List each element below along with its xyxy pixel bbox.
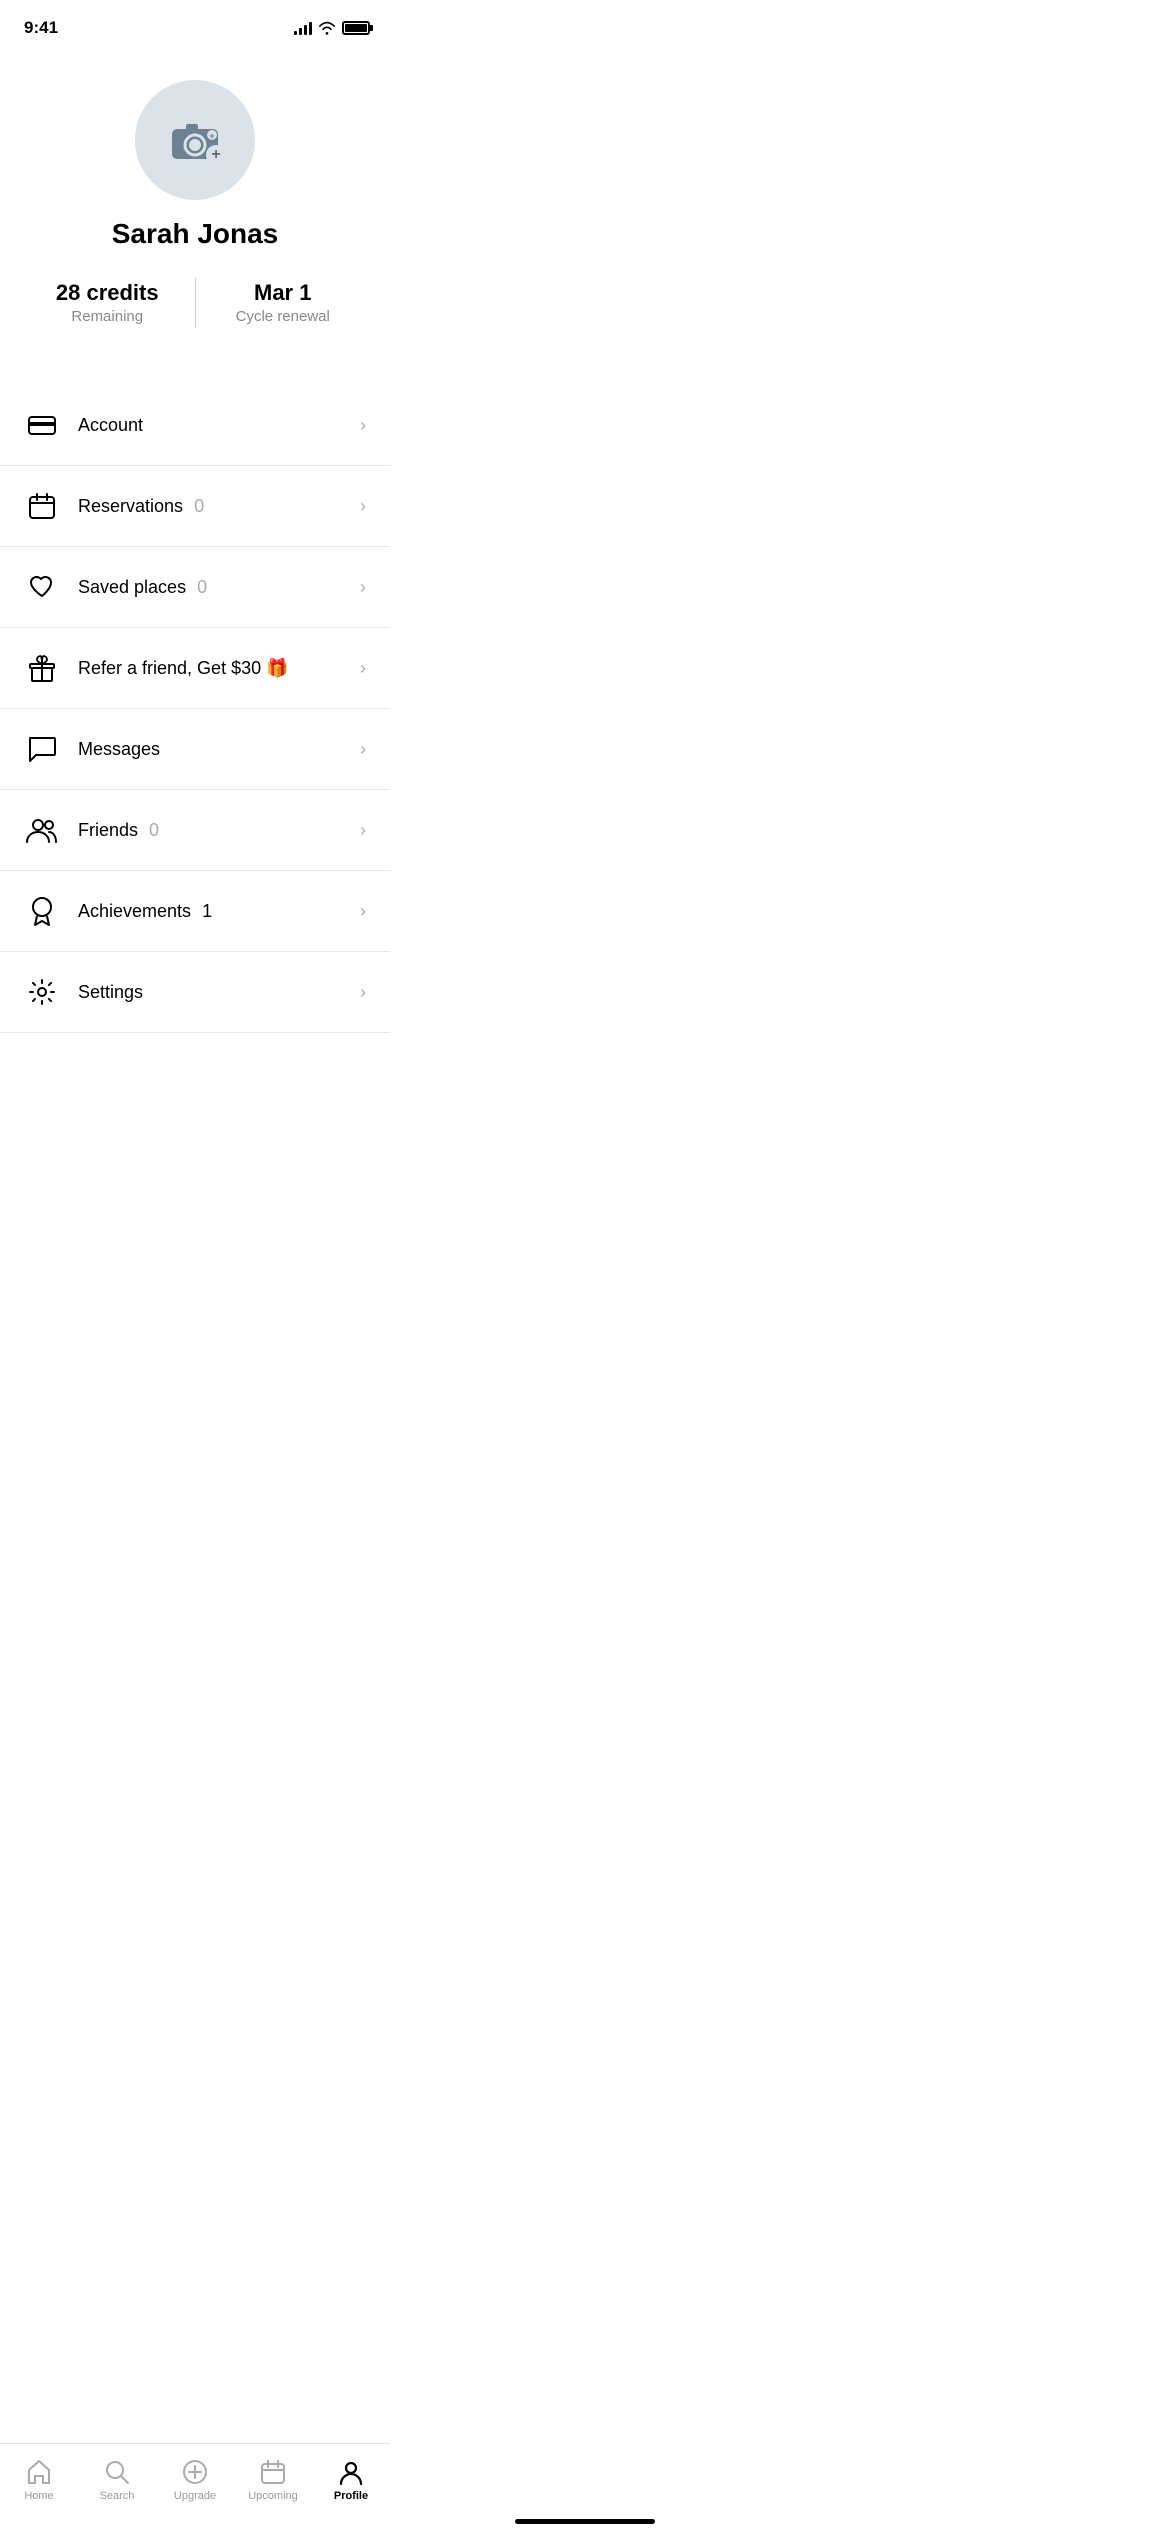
search-nav-label: Search [100,2490,135,2502]
bottom-nav: Home Search Upgrade [0,2443,390,2532]
account-label: Account [78,415,352,436]
avatar[interactable]: + + [135,80,255,200]
saved-places-label: Saved places 0 [78,577,352,598]
chevron-icon: › [360,739,366,760]
status-bar: 9:41 [0,0,390,50]
message-icon [24,731,60,767]
heart-icon [24,569,60,605]
renewal-label: Cycle renewal [236,308,330,325]
upcoming-nav-icon [259,2458,287,2486]
friends-icon [24,812,60,848]
friends-badge: 0 [149,820,159,840]
menu-item-account[interactable]: Account › [0,385,390,466]
profile-name: Sarah Jonas [112,218,279,250]
camera-icon: + + [168,117,222,163]
chevron-icon: › [360,658,366,679]
status-time: 9:41 [24,18,58,38]
renewal-info: Mar 1 Cycle renewal [196,270,371,335]
chevron-icon: › [360,820,366,841]
nav-item-home[interactable]: Home [0,2452,78,2508]
signal-icon [294,21,312,35]
upcoming-nav-label: Upcoming [248,2490,298,2502]
menu-item-reservations[interactable]: Reservations 0 › [0,466,390,547]
search-nav-icon [103,2458,131,2486]
calendar-icon [24,488,60,524]
menu-item-refer[interactable]: Refer a friend, Get $30 🎁 › [0,628,390,709]
credits-value: 28 credits [56,280,159,306]
gift-icon [24,650,60,686]
refer-label: Refer a friend, Get $30 🎁 [78,658,352,679]
menu-item-achievements[interactable]: Achievements 1 › [0,871,390,952]
achievement-icon [24,893,60,929]
chevron-icon: › [360,982,366,1003]
svg-text:+: + [210,131,215,141]
settings-label: Settings [78,982,352,1003]
profile-nav-label: Profile [334,2490,368,2502]
chevron-icon: › [360,901,366,922]
nav-item-search[interactable]: Search [78,2452,156,2508]
chevron-icon: › [360,496,366,517]
credits-remaining: 28 credits Remaining [20,270,195,335]
credits-label: Remaining [71,308,143,325]
menu-item-messages[interactable]: Messages › [0,709,390,790]
messages-label: Messages [78,739,352,760]
add-photo-badge: + [206,145,226,165]
menu-item-settings[interactable]: Settings › [0,952,390,1033]
chevron-icon: › [360,577,366,598]
friends-label: Friends 0 [78,820,352,841]
card-icon [24,407,60,443]
nav-item-upcoming[interactable]: Upcoming [234,2452,312,2508]
wifi-icon [318,21,336,35]
saved-places-badge: 0 [197,577,207,597]
home-indicator [515,2519,655,2524]
profile-header: + + Sarah Jonas 28 credits Remaining Mar… [0,50,390,375]
upgrade-nav-icon [181,2458,209,2486]
chevron-icon: › [360,415,366,436]
nav-item-profile[interactable]: Profile [312,2452,390,2508]
menu-item-saved-places[interactable]: Saved places 0 › [0,547,390,628]
achievements-badge: 1 [202,901,212,921]
renewal-date: Mar 1 [254,280,311,306]
upgrade-nav-label: Upgrade [174,2490,216,2502]
credits-section: 28 credits Remaining Mar 1 Cycle renewal [20,270,370,335]
nav-item-upgrade[interactable]: Upgrade [156,2452,234,2508]
achievements-label: Achievements 1 [78,901,352,922]
reservations-label: Reservations 0 [78,496,352,517]
settings-icon [24,974,60,1010]
home-nav-icon [25,2458,53,2486]
menu-list: Account › Reservations 0 › [0,375,390,1033]
profile-nav-icon [337,2458,365,2486]
menu-item-friends[interactable]: Friends 0 › [0,790,390,871]
status-icons [294,21,370,35]
home-nav-label: Home [24,2490,53,2502]
battery-icon [342,21,370,35]
reservations-badge: 0 [194,496,204,516]
